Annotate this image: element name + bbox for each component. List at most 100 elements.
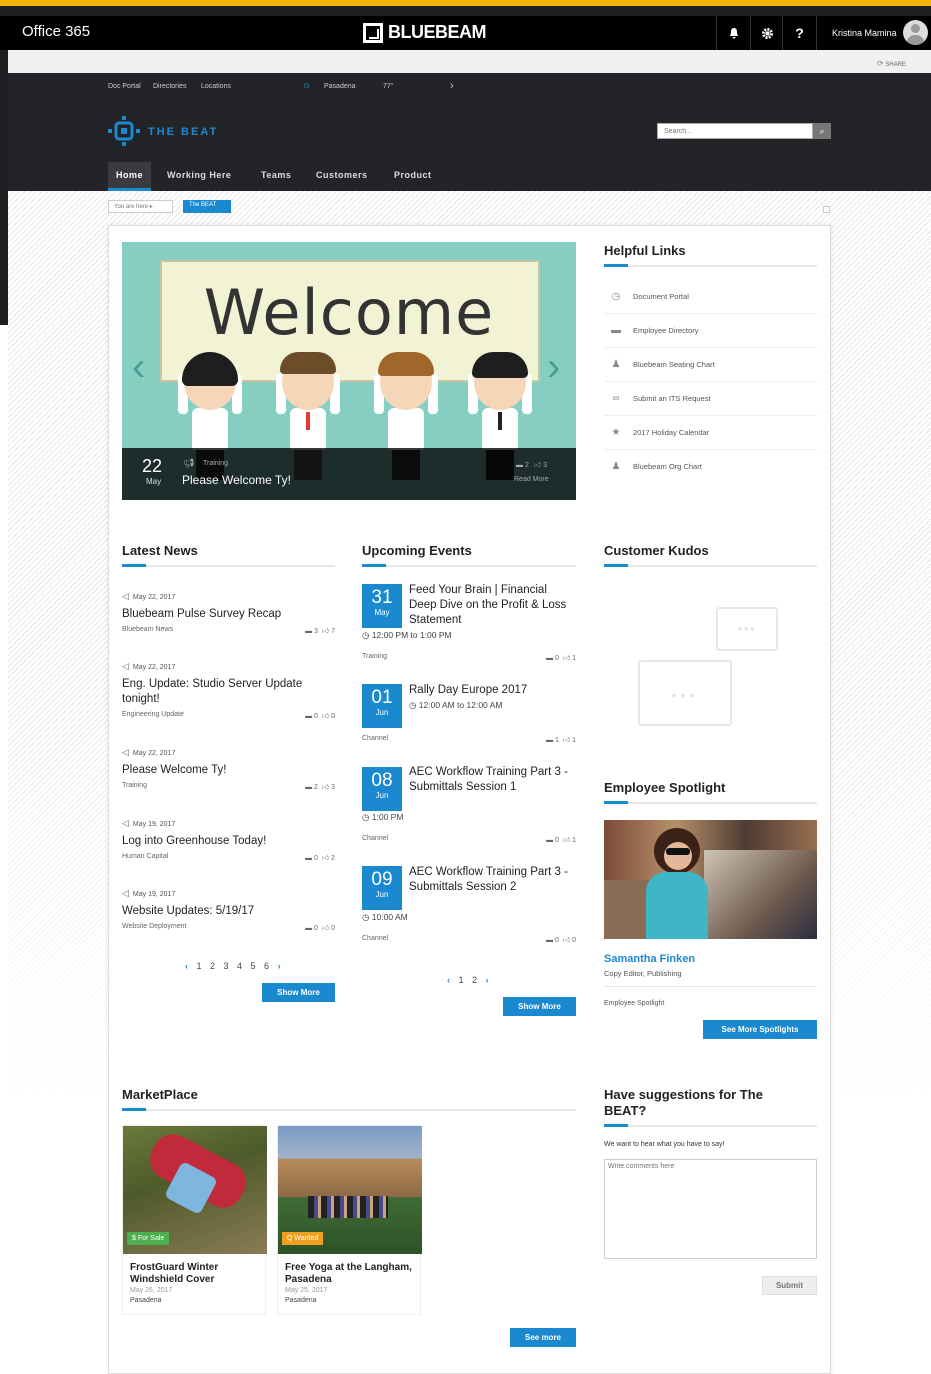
share-button[interactable]: ⟳ SHARE: [877, 59, 906, 68]
gear-icon[interactable]: [750, 16, 784, 50]
helpful-link-label: Employee Directory: [633, 326, 699, 335]
spotlight-role: Copy Editor, Publishing: [604, 969, 682, 978]
chat-icon: ▬: [611, 325, 621, 336]
news-category: Human Capital: [122, 853, 169, 860]
news-item[interactable]: ◁ May 22, 2017 Bluebeam Pulse Survey Reca…: [122, 586, 335, 635]
collapse-toggle[interactable]: [823, 206, 830, 213]
hero-title[interactable]: Please Welcome Ty!: [182, 473, 291, 487]
avatar[interactable]: [903, 20, 928, 45]
help-icon[interactable]: ?: [782, 16, 816, 50]
user-name[interactable]: Kristina Mamina: [832, 28, 897, 38]
news-item[interactable]: ◁ May 22, 2017 Eng. Update: Studio Server…: [122, 656, 335, 720]
page-numbers[interactable]: 1 2: [459, 975, 481, 985]
chevron-left-icon[interactable]: ‹: [185, 961, 191, 971]
section-divider: [362, 565, 576, 567]
breadcrumb-current[interactable]: The BEAT: [183, 200, 231, 213]
event-title[interactable]: AEC Workflow Training Part 3 - Submittal…: [409, 865, 577, 895]
read-more-link[interactable]: Read More: [514, 476, 549, 483]
page-numbers[interactable]: 1 2 3 4 5 6: [197, 961, 273, 971]
event-time: ◷ 1:00 PM: [362, 812, 404, 822]
event-stats: ▬ 0 👍︎ 1: [546, 837, 576, 844]
section-divider: [122, 565, 335, 567]
event-title[interactable]: AEC Workflow Training Part 3 - Submittal…: [409, 765, 577, 795]
event-month: Jun: [375, 890, 389, 899]
news-title[interactable]: Log into Greenhouse Today!: [122, 834, 335, 849]
marketplace-item-title[interactable]: FrostGuard Winter Windshield Cover: [130, 1262, 260, 1286]
news-title[interactable]: Please Welcome Ty!: [122, 763, 335, 778]
chevron-left-icon[interactable]: ‹: [447, 975, 453, 985]
submit-button[interactable]: Submit: [762, 1276, 817, 1295]
news-title[interactable]: Website Updates: 5/19/17: [122, 904, 335, 919]
event-day: 08: [371, 770, 393, 791]
spotlight-category: Employee Spotlight: [604, 1000, 665, 1007]
upcoming-events-title: Upcoming Events: [362, 543, 472, 558]
nav-customers[interactable]: Customers: [308, 162, 376, 191]
nav-home[interactable]: Home: [108, 162, 152, 191]
helpful-link[interactable]: ▬ Employee Directory: [604, 314, 817, 348]
weather-city: Pasadena: [324, 83, 356, 90]
news-title[interactable]: Eng. Update: Studio Server Update tonigh…: [122, 677, 335, 707]
top-link-doc-portal[interactable]: Doc Portal: [108, 83, 141, 90]
divider: [816, 16, 817, 50]
bluebeam-brand[interactable]: BLUEBEAM: [363, 22, 487, 43]
suggestions-title: Have suggestions for The BEAT?: [604, 1087, 763, 1118]
bell-icon[interactable]: [716, 16, 750, 50]
section-divider: [604, 1125, 817, 1127]
section-accent: [604, 801, 628, 804]
office365-title[interactable]: Office 365: [22, 23, 90, 40]
news-stats: ▬ 0 👍︎ 0: [305, 713, 335, 720]
helpful-link[interactable]: ★ 2017 Holiday Calendar: [604, 416, 817, 450]
news-item[interactable]: ◁ May 22, 2017 Please Welcome Ty! Trainin…: [122, 742, 335, 791]
speech-bubble-icon: •••: [716, 607, 778, 651]
event-title[interactable]: Rally Day Europe 2017: [409, 683, 577, 698]
event-category: Channel: [362, 735, 389, 742]
employee-spotlight-title: Employee Spotlight: [604, 780, 726, 795]
gold-accent-bar: [0, 0, 558, 6]
nav-working-here[interactable]: Working Here: [159, 162, 239, 191]
marketplace-item[interactable]: $ For Sale FrostGuard Winter Windshield …: [122, 1125, 267, 1315]
top-link-directories[interactable]: Directories: [153, 83, 186, 90]
chevron-left-icon[interactable]: ‹: [132, 345, 145, 390]
chevron-right-icon[interactable]: ›: [486, 975, 492, 985]
section-divider: [122, 1109, 576, 1111]
news-item[interactable]: ◁ May 19, 2017 Website Updates: 5/19/17 W…: [122, 883, 335, 932]
section-accent: [604, 264, 628, 267]
for-sale-tag: $ For Sale: [127, 1232, 170, 1245]
helpful-link[interactable]: ♟ Bluebeam Org Chart: [604, 450, 817, 484]
news-category: Website Deployment: [122, 923, 187, 930]
marketplace-item[interactable]: Q Wanted Free Yoga at the Langham, Pasad…: [277, 1125, 422, 1315]
marketplace-item-title[interactable]: Free Yoga at the Langham, Pasadena: [285, 1262, 415, 1286]
chevron-right-icon[interactable]: ›: [278, 961, 284, 971]
chevron-right-icon[interactable]: ›: [450, 80, 454, 92]
link-icon: ∞: [612, 393, 620, 404]
news-pager[interactable]: ‹ 1 2 3 4 5 6 ›: [185, 961, 284, 971]
see-more-button[interactable]: See more: [510, 1328, 576, 1347]
events-show-more-button[interactable]: Show More: [503, 997, 576, 1016]
helpful-link[interactable]: ◷ Document Portal: [604, 280, 817, 314]
the-beat-logo-text[interactable]: THE BEAT: [148, 126, 218, 138]
hero-month: May: [146, 477, 162, 486]
helpful-link[interactable]: ♟ Bluebeam Seating Chart: [604, 348, 817, 382]
section-divider: [604, 986, 817, 987]
share-label: SHARE: [885, 62, 907, 68]
search-input[interactable]: [657, 123, 813, 139]
news-item[interactable]: ◁ May 19, 2017 Log into Greenhouse Today!…: [122, 813, 335, 862]
news-show-more-button[interactable]: Show More: [262, 983, 335, 1002]
employee-photo[interactable]: [604, 820, 817, 939]
top-link-locations[interactable]: Locations: [201, 83, 231, 90]
search-icon[interactable]: ⌕: [813, 123, 831, 139]
helpful-link[interactable]: ∞ Submit an ITS Request: [604, 382, 817, 416]
event-title[interactable]: Feed Your Brain | Financial Deep Dive on…: [409, 583, 577, 628]
nav-product[interactable]: Product: [386, 162, 440, 191]
chevron-right-icon[interactable]: ›: [547, 345, 560, 390]
spotlight-name[interactable]: Samantha Finken: [604, 953, 695, 965]
see-more-spotlights-button[interactable]: See More Spotlights: [703, 1020, 817, 1039]
the-beat-logo-icon[interactable]: [108, 116, 140, 146]
comment-icon: ▬: [516, 462, 523, 469]
nav-teams[interactable]: Teams: [253, 162, 299, 191]
news-title[interactable]: Bluebeam Pulse Survey Recap: [122, 607, 335, 622]
events-pager[interactable]: ‹ 1 2 ›: [447, 975, 492, 985]
news-category: Engineering Update: [122, 711, 184, 718]
comments-field[interactable]: [604, 1159, 817, 1259]
megaphone-icon: ◁: [122, 818, 129, 828]
